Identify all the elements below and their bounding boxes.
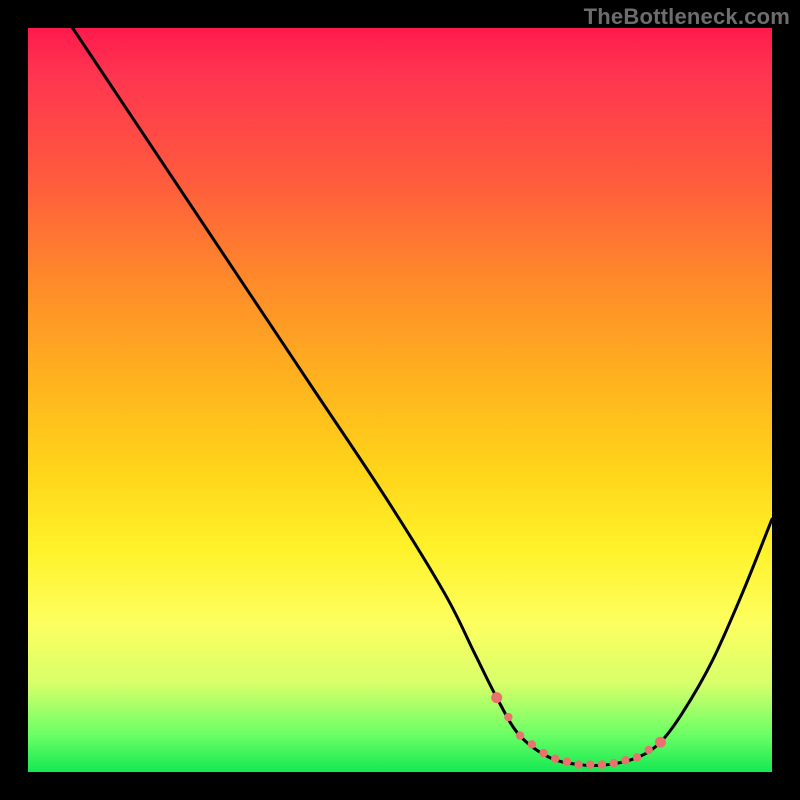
- plot-area: [28, 28, 772, 772]
- highlight-dot: [586, 760, 594, 768]
- highlight-dot: [621, 756, 629, 764]
- highlight-dot: [633, 753, 641, 761]
- highlight-dot: [609, 759, 617, 767]
- highlight-dot: [563, 757, 571, 765]
- highlight-dot: [528, 740, 536, 748]
- highlight-dot: [551, 755, 559, 763]
- highlight-dot: [539, 749, 547, 757]
- watermark-text: TheBottleneck.com: [584, 4, 790, 30]
- highlight-dot: [504, 713, 512, 721]
- curve-layer: [28, 28, 772, 772]
- highlight-dot: [645, 746, 653, 754]
- highlight-dot: [598, 760, 606, 768]
- chart-frame: TheBottleneck.com: [0, 0, 800, 800]
- highlight-dot: [516, 731, 524, 739]
- highlight-dot: [655, 737, 666, 748]
- bottleneck-curve-path: [73, 28, 772, 765]
- highlight-dot: [574, 760, 582, 768]
- highlight-dot: [491, 692, 502, 703]
